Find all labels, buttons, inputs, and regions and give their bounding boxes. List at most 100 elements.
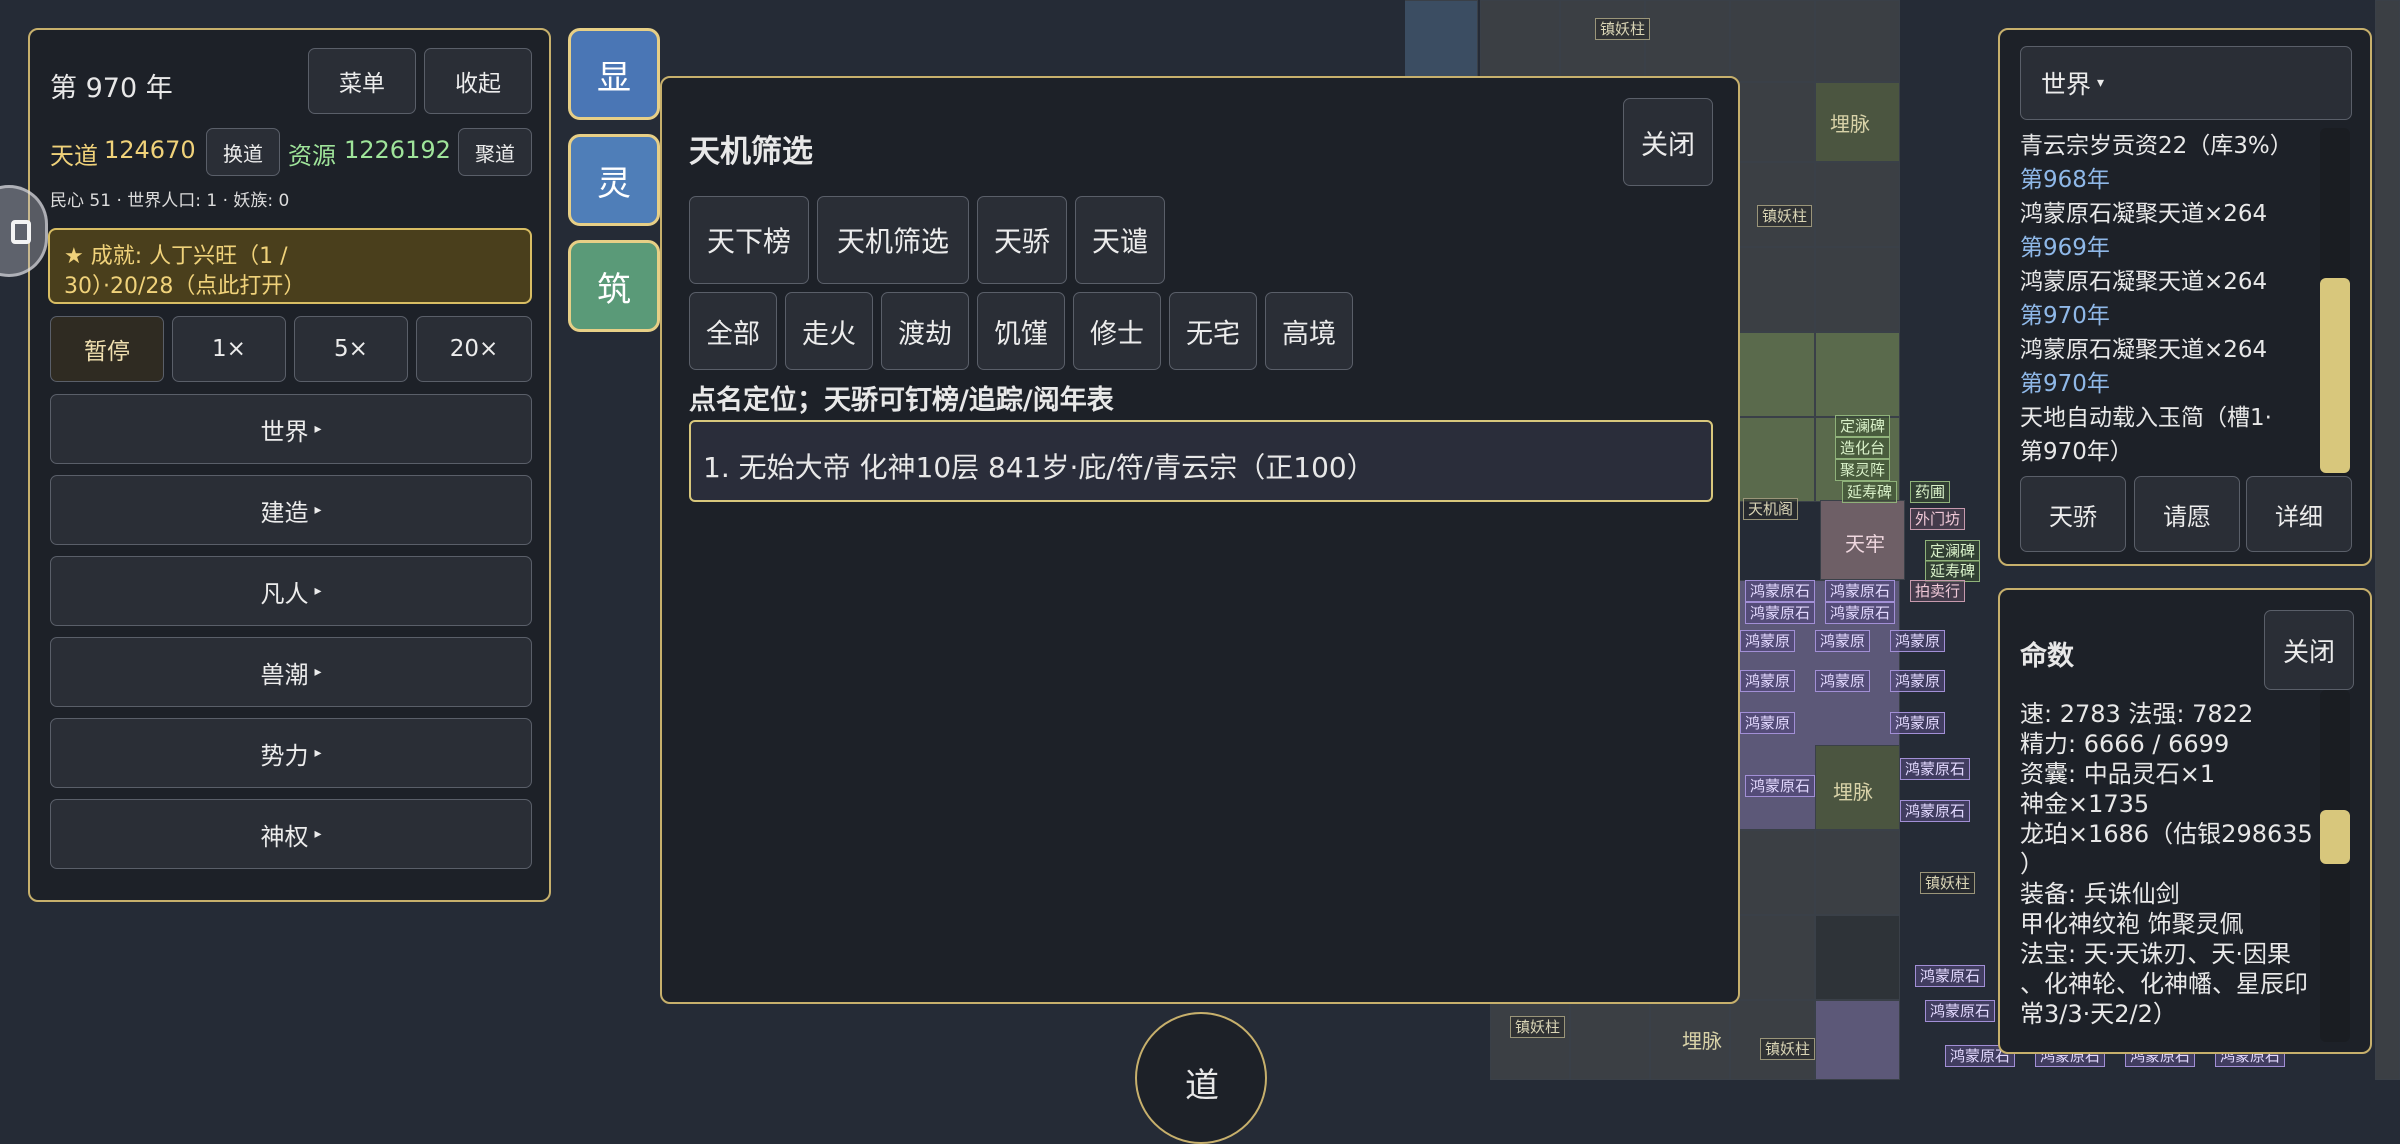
- map-tile[interactable]: [1730, 332, 1815, 417]
- petition-button[interactable]: 请愿: [2134, 476, 2240, 552]
- map-label-maimai[interactable]: 埋脉: [1833, 776, 1873, 805]
- log-list[interactable]: 青云宗岁贡资22（库3%） 第968年 鸿蒙原石凝聚天道×264 第969年 鸿…: [2020, 126, 2320, 496]
- filter-wuzhai[interactable]: 无宅: [1169, 292, 1257, 370]
- map-tile[interactable]: [1730, 82, 1815, 162]
- map-tile[interactable]: [1815, 0, 1900, 82]
- map-label-hongmeng[interactable]: 鸿蒙原石: [1825, 602, 1896, 624]
- tab-tianji-filter[interactable]: 天机筛选: [817, 196, 969, 284]
- map-label-zhenyaozhu[interactable]: 镇妖柱: [1595, 18, 1651, 40]
- map-tile[interactable]: [1730, 830, 1815, 915]
- menu-mortals-button[interactable]: 凡人 ▸: [50, 556, 532, 626]
- tab-tianjiao[interactable]: 天骄: [977, 196, 1067, 284]
- map-label-hongmeng[interactable]: 鸿蒙原: [1815, 670, 1871, 692]
- log-scroll-thumb[interactable]: [2320, 278, 2350, 473]
- map-label-hongmeng[interactable]: 鸿蒙原: [1890, 670, 1946, 692]
- log-scope-dropdown[interactable]: 世界 ▾: [2020, 46, 2352, 120]
- map-label-yaopu[interactable]: 药圃: [1910, 481, 1951, 503]
- filter-gaojing[interactable]: 高境: [1265, 292, 1353, 370]
- map-tile[interactable]: [1730, 247, 1815, 332]
- log-scrollbar[interactable]: [2320, 128, 2350, 498]
- map-label-hongmeng[interactable]: 鸿蒙原石: [1745, 602, 1816, 624]
- map-label-dingxinbei[interactable]: 定澜碑: [1835, 415, 1891, 437]
- map-label-yanshoubei[interactable]: 延寿碑: [1842, 481, 1898, 503]
- map-label-maimai[interactable]: 埋脉: [1830, 108, 1870, 137]
- map-tile[interactable]: [1815, 915, 1900, 1000]
- map-tile[interactable]: [1815, 1000, 1900, 1080]
- map-tile[interactable]: [1730, 0, 1815, 82]
- map-label-hongmeng[interactable]: 鸿蒙原: [1740, 670, 1796, 692]
- details-button[interactable]: 详细: [2246, 476, 2352, 552]
- filter-jijin[interactable]: 饥馑: [977, 292, 1065, 370]
- tab-tianxiabang[interactable]: 天下榜: [689, 196, 809, 284]
- tab-ling[interactable]: 灵: [568, 134, 660, 226]
- fate-scrollbar[interactable]: [2320, 690, 2350, 1042]
- fate-content[interactable]: 速: 2783 法强: 7822 精力: 6666 / 6699 资囊: 中品灵…: [2020, 690, 2320, 1042]
- map-label-hongmeng[interactable]: 鸿蒙原石: [1925, 1000, 1996, 1022]
- menu-build-button[interactable]: 建造 ▸: [50, 475, 532, 545]
- map-label-paimaihang[interactable]: 拍卖行: [1910, 580, 1966, 602]
- map-label-dingxinbei[interactable]: 定澜碑: [1925, 540, 1981, 562]
- map-label-zhenyaozhu[interactable]: 镇妖柱: [1757, 205, 1813, 227]
- menu-beast-tide-button[interactable]: 兽潮 ▸: [50, 637, 532, 707]
- menu-button[interactable]: 菜单: [308, 48, 416, 114]
- speed-20x-button[interactable]: 20×: [416, 316, 532, 382]
- map-label-tianjige[interactable]: 天机阁: [1743, 498, 1799, 520]
- map-label-hongmeng[interactable]: 鸿蒙原石: [1900, 800, 1971, 822]
- swap-dao-button[interactable]: 换道: [206, 128, 280, 176]
- menu-factions-button[interactable]: 势力 ▸: [50, 718, 532, 788]
- collapse-button[interactable]: 收起: [424, 48, 532, 114]
- map-label-hongmeng[interactable]: 鸿蒙原: [1815, 630, 1871, 652]
- map-label-hongmeng[interactable]: 鸿蒙原石: [1900, 758, 1971, 780]
- map-tile[interactable]: [1815, 332, 1900, 417]
- filter-all[interactable]: 全部: [689, 292, 777, 370]
- map-tile[interactable]: [1815, 162, 1900, 247]
- tab-tianqian[interactable]: 天谴: [1075, 196, 1165, 284]
- result-row[interactable]: 1. 无始大帝 化神10层 841岁·庇/符/青云宗（正100）: [689, 420, 1713, 502]
- filter-xiushi[interactable]: 修士: [1073, 292, 1161, 370]
- map-label-hongmeng[interactable]: 鸿蒙原石: [1915, 965, 1986, 987]
- map-label-hongmeng[interactable]: 鸿蒙原石: [1825, 580, 1896, 602]
- menu-world-button[interactable]: 世界 ▸: [50, 394, 532, 464]
- map-label-hongmeng[interactable]: 鸿蒙原: [1740, 712, 1796, 734]
- gather-dao-button[interactable]: 聚道: [458, 128, 532, 176]
- fate-close-button[interactable]: 关闭: [2264, 610, 2354, 690]
- map-label-julingzhen[interactable]: 聚灵阵: [1835, 459, 1891, 481]
- map-label-tianlao[interactable]: 天牢: [1845, 528, 1885, 557]
- tab-zhu[interactable]: 筑: [568, 240, 660, 332]
- map-tile[interactable]: [1405, 0, 1478, 82]
- dao-circle-button[interactable]: 道: [1135, 1012, 1267, 1144]
- map-label-hongmeng[interactable]: 鸿蒙原: [1740, 630, 1796, 652]
- achievement-banner[interactable]: ★ 成就: 人丁兴旺（1 / 30）·20/28（点此打开）: [48, 228, 532, 304]
- map-tile[interactable]: [1730, 417, 1815, 502]
- tianjiao-button[interactable]: 天骄: [2020, 476, 2126, 552]
- filter-zouhuo[interactable]: 走火: [785, 292, 873, 370]
- filter-dujie[interactable]: 渡劫: [881, 292, 969, 370]
- map-tile[interactable]: [2375, 0, 2400, 1080]
- close-button[interactable]: 关闭: [1623, 98, 1713, 186]
- map-label-zhenyaozhu[interactable]: 镇妖柱: [1760, 1038, 1816, 1060]
- pause-button[interactable]: 暂停: [50, 316, 164, 382]
- map-label-yanshoubei[interactable]: 延寿碑: [1925, 560, 1981, 582]
- map-label-hongmeng[interactable]: 鸿蒙原: [1890, 630, 1946, 652]
- menu-divine-button[interactable]: 神权 ▸: [50, 799, 532, 869]
- map-label-hongmeng[interactable]: 鸿蒙原石: [1745, 775, 1816, 797]
- map-label-waimenfang[interactable]: 外门坊: [1910, 508, 1966, 530]
- map-tile[interactable]: [1815, 830, 1900, 915]
- map-tile[interactable]: [1560, 0, 1645, 82]
- speed-1x-button[interactable]: 1×: [172, 316, 286, 382]
- map-label-maimai[interactable]: 埋脉: [1682, 1025, 1722, 1054]
- map-tile[interactable]: [1570, 1000, 1650, 1080]
- map-label-hongmeng[interactable]: 鸿蒙原石: [1745, 580, 1816, 602]
- map-tile[interactable]: [1730, 915, 1815, 1000]
- map-label-zhenyaozhu[interactable]: 镇妖柱: [1510, 1016, 1566, 1038]
- map-label-hongmeng[interactable]: 鸿蒙原: [1890, 712, 1946, 734]
- tab-xian[interactable]: 显: [568, 28, 660, 120]
- map-label-zhenyaozhu[interactable]: 镇妖柱: [1920, 872, 1976, 894]
- speed-5x-button[interactable]: 5×: [294, 316, 408, 382]
- map-tile[interactable]: [1480, 0, 1560, 82]
- map-label-zaohuatai[interactable]: 造化台: [1835, 437, 1891, 459]
- map-tile[interactable]: [1815, 247, 1900, 332]
- fate-scroll-thumb[interactable]: [2320, 810, 2350, 864]
- map-tile[interactable]: [1490, 1000, 1570, 1080]
- map-tile[interactable]: [1645, 0, 1730, 82]
